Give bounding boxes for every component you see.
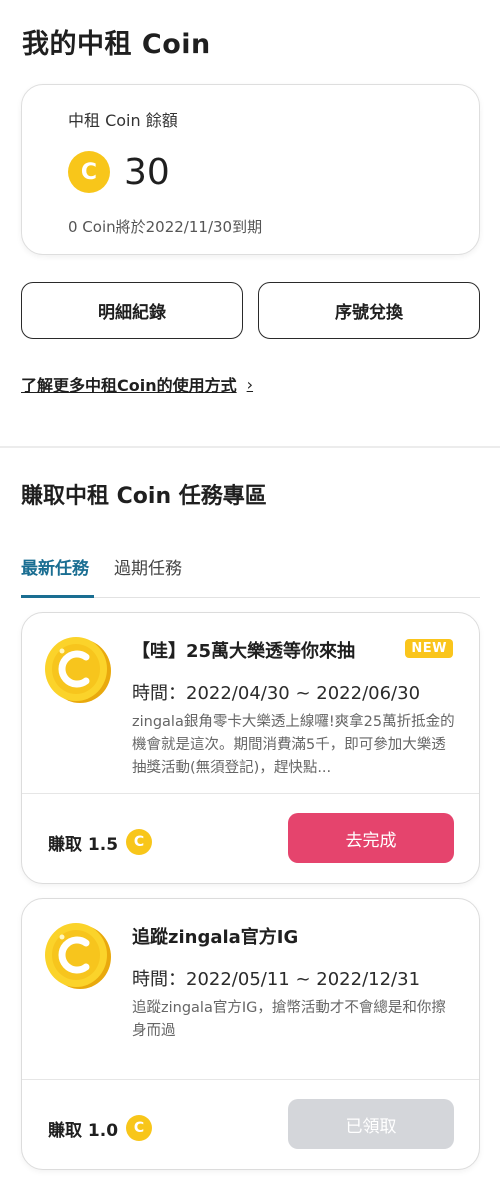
task-reward: 賺取 1.0 C — [48, 1115, 153, 1141]
transaction-history-button[interactable]: 明細紀錄 — [21, 282, 243, 339]
task-description: zingala銀角零卡大樂透上線囉!爽拿25萬折抵金的機會就是這次。期間消費滿5… — [132, 714, 455, 776]
reward-label: 賺取 1.5 — [48, 834, 119, 855]
new-badge: NEW — [405, 639, 453, 658]
task-title: 【哇】25萬大樂透等你來抽 — [132, 641, 356, 662]
tasks-section-title: 賺取中租 Coin 任務專區 — [21, 484, 267, 509]
task-divider — [22, 793, 479, 794]
learn-more-text: 了解更多中租Coin的使用方式 — [21, 376, 237, 395]
coin-balance-card: 中租 Coin 餘額 C 30 0 Coin將於2022/11/30到期 — [21, 84, 480, 255]
tab-latest-tasks[interactable]: 最新任務 — [21, 554, 89, 579]
balance-amount: 30 — [124, 151, 170, 193]
task-card: 追蹤zingala官方IG 時間：2022/05/11 ~ 2022/12/31… — [21, 898, 480, 1170]
task-time: 時間：2022/05/11 ~ 2022/12/31 — [132, 969, 421, 990]
coin-icon: C — [126, 1115, 153, 1141]
task-tabs: 最新任務 過期任務 — [21, 548, 480, 598]
section-divider — [0, 446, 500, 448]
claimed-button[interactable]: 已領取 — [288, 1099, 454, 1149]
coin-icon: C — [68, 151, 110, 193]
tab-expired-tasks[interactable]: 過期任務 — [114, 554, 182, 579]
task-card: 【哇】25萬大樂透等你來抽 NEW 時間：2022/04/30 ~ 2022/0… — [21, 612, 480, 884]
expiry-note: 0 Coin將於2022/11/30到期 — [68, 218, 263, 236]
task-reward: 賺取 1.5 C — [48, 829, 153, 855]
balance-label: 中租 Coin 餘額 — [68, 111, 178, 130]
task-title: 追蹤zingala官方IG — [132, 927, 299, 948]
chevron-right-icon: › — [246, 374, 254, 394]
balance-row: C 30 — [68, 151, 170, 193]
page-title: 我的中租 Coin — [22, 29, 211, 60]
coin-icon — [45, 637, 111, 703]
learn-more-link[interactable]: 了解更多中租Coin的使用方式 › — [21, 372, 253, 396]
task-divider — [22, 1079, 479, 1080]
coin-icon: C — [126, 829, 153, 855]
task-description: 追蹤zingala官方IG，搶幣活動才不會總是和你擦身而過 — [132, 1000, 446, 1039]
active-tab-indicator — [21, 595, 94, 598]
task-time: 時間：2022/04/30 ~ 2022/06/30 — [132, 683, 421, 704]
coin-icon — [45, 923, 111, 989]
complete-task-button[interactable]: 去完成 — [288, 813, 454, 863]
redeem-code-button[interactable]: 序號兌換 — [258, 282, 480, 339]
reward-label: 賺取 1.0 — [48, 1120, 119, 1141]
